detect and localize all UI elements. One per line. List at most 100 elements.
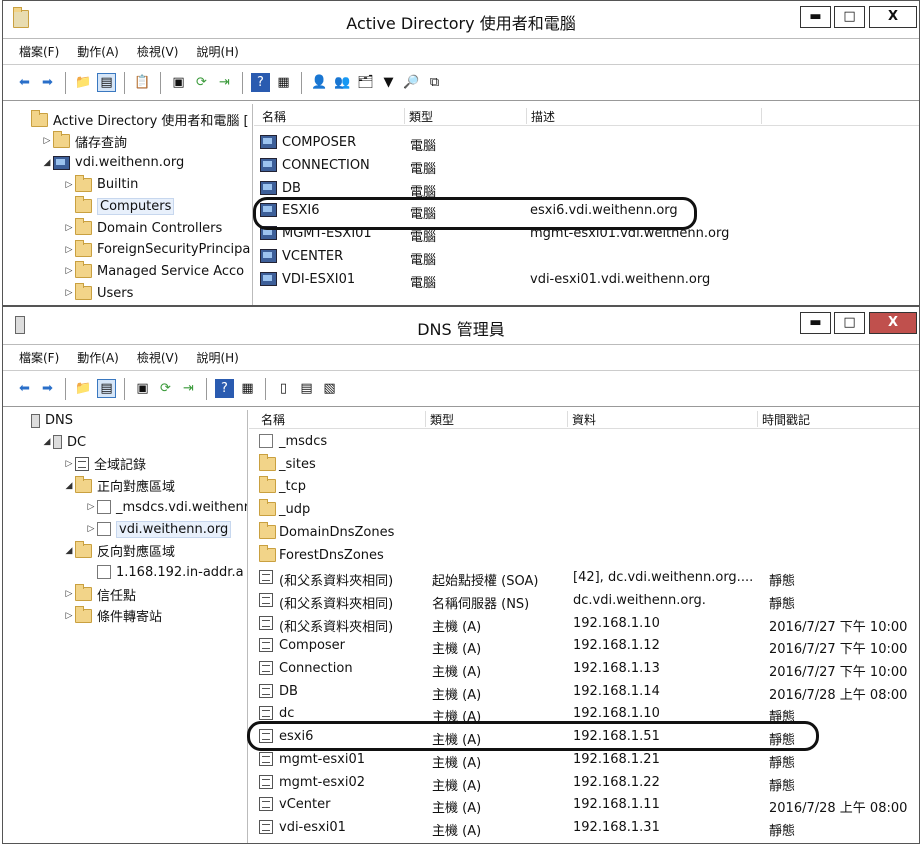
table-row[interactable]: CONNECTION 電腦 xyxy=(254,155,919,177)
tree-node[interactable]: Computers xyxy=(63,196,175,217)
expander-icon[interactable]: ◢ xyxy=(63,481,75,491)
new-ou-icon[interactable]: 🗂 xyxy=(356,73,375,92)
table-row[interactable]: _msdcs xyxy=(249,431,919,453)
table-row[interactable]: _sites xyxy=(249,453,919,476)
tree-node[interactable]: 1.168.192.in-addr.a xyxy=(85,562,244,583)
tree-node[interactable]: ◢ 正向對應區域 xyxy=(63,475,175,496)
up-folder-icon[interactable]: 📁 xyxy=(74,379,93,398)
expander-icon[interactable]: ▷ xyxy=(63,245,75,255)
table-row[interactable]: COMPOSER 電腦 xyxy=(254,132,919,154)
table-row[interactable]: _udp xyxy=(249,499,919,521)
properties-icon[interactable]: ▣ xyxy=(133,379,152,398)
forward-arrow-icon[interactable]: ➡ xyxy=(38,73,57,92)
back-arrow-icon[interactable]: ⬅ xyxy=(15,73,34,92)
table-row[interactable]: (和父系資料夾相同) 主機 (A) 192.168.1.10 2016/7/27 下午… xyxy=(249,613,919,635)
menu-view[interactable]: 檢視(V) xyxy=(137,43,179,60)
tree-node[interactable]: ▷ Domain Controllers xyxy=(63,218,222,239)
menu-action[interactable]: 動作(A) xyxy=(77,349,119,366)
table-row[interactable]: DomainDnsZones xyxy=(249,521,919,544)
tree-node[interactable]: ▷ Users xyxy=(63,283,133,304)
add-to-group-icon[interactable]: ⧉ xyxy=(425,73,444,92)
table-row[interactable]: VCENTER 電腦 xyxy=(254,246,919,268)
column-timestamp[interactable]: 時間戳記 xyxy=(757,411,919,427)
tree-node[interactable]: ▷ ForeignSecurityPrincipa xyxy=(63,239,250,260)
expander-icon[interactable]: ◢ xyxy=(63,546,75,556)
maximize-button[interactable]: □ xyxy=(834,6,865,28)
up-folder-icon[interactable]: 📁 xyxy=(74,73,93,92)
forward-arrow-icon[interactable]: ➡ xyxy=(38,379,57,398)
expander-icon[interactable]: ▷ xyxy=(63,180,75,190)
refresh-icon[interactable]: ⟳ xyxy=(192,73,211,92)
expander-icon[interactable]: ▷ xyxy=(63,266,75,276)
new-group-icon[interactable]: 👥 xyxy=(333,73,352,92)
table-row[interactable]: (和父系資料夾相同) 名稱伺服器 (NS) dc.vdi.weithenn.org.… xyxy=(249,590,919,612)
expander-icon[interactable]: ▷ xyxy=(85,524,97,534)
tree-node[interactable]: ◢ vdi.weithenn.org xyxy=(41,152,185,173)
menu-file[interactable]: 檔案(F) xyxy=(19,43,59,60)
server-icon[interactable]: ▯ xyxy=(274,379,293,398)
minimize-button[interactable]: ▬ xyxy=(800,312,831,334)
show-tree-icon[interactable]: ▤ xyxy=(97,379,116,398)
expander-icon[interactable]: ◢ xyxy=(41,158,53,168)
column-data[interactable]: 資料 xyxy=(567,411,596,427)
menu-action[interactable]: 動作(A) xyxy=(77,43,119,60)
show-tree-icon[interactable]: ▤ xyxy=(97,73,116,92)
expander-icon[interactable]: ▷ xyxy=(63,223,75,233)
tree-node[interactable]: DNS xyxy=(19,410,73,431)
expander-icon[interactable]: ▷ xyxy=(63,288,75,298)
tree-node[interactable]: ▷ 儲存查詢 xyxy=(41,131,127,152)
menu-help[interactable]: 說明(H) xyxy=(196,43,238,60)
ad-title-bar[interactable]: Active Directory 使用者和電腦 ▬ □ X xyxy=(3,1,919,39)
tree-node[interactable]: ▷ 信任點 xyxy=(63,584,136,605)
table-row[interactable]: ForestDnsZones xyxy=(249,544,919,567)
column-type[interactable]: 類型 xyxy=(404,108,433,124)
expander-icon[interactable]: ▷ xyxy=(63,611,75,621)
menu-file[interactable]: 檔案(F) xyxy=(19,349,59,366)
dns-title-bar[interactable]: DNS 管理員 ▬ □ X xyxy=(3,307,919,345)
column-description[interactable]: 描述 xyxy=(526,108,762,124)
expander-icon[interactable]: ▷ xyxy=(63,459,75,469)
menu-view[interactable]: 檢視(V) xyxy=(137,349,179,366)
tree-node[interactable]: ▷ 全域記錄 xyxy=(63,453,146,474)
filter-icon[interactable]: ▼ xyxy=(379,73,398,92)
action-pane-icon[interactable]: ▦ xyxy=(238,379,257,398)
table-row[interactable]: mgmt-esxi01 主機 (A) 192.168.1.21 靜態 xyxy=(249,749,919,771)
help-icon[interactable]: ? xyxy=(251,73,270,92)
table-row[interactable]: vCenter 主機 (A) 192.168.1.11 2016/7/28 上午 08… xyxy=(249,794,919,816)
new-host-icon[interactable]: ▤ xyxy=(297,379,316,398)
table-row[interactable]: vdi-esxi01 主機 (A) 192.168.1.31 靜態 xyxy=(249,817,919,839)
expander-icon[interactable]: ◢ xyxy=(41,437,53,447)
tree-node[interactable]: ▷ Managed Service Acco xyxy=(63,261,244,282)
new-user-icon[interactable]: 👤 xyxy=(310,73,329,92)
expander-icon[interactable]: ▷ xyxy=(63,589,75,599)
menu-help[interactable]: 說明(H) xyxy=(196,349,238,366)
maximize-button[interactable]: □ xyxy=(834,312,865,334)
tree-node[interactable]: ▷ Builtin xyxy=(63,174,138,195)
table-row[interactable]: DB 主機 (A) 192.168.1.14 2016/7/28 上午 08:00 xyxy=(249,681,919,703)
export-list-icon[interactable]: ⇥ xyxy=(179,379,198,398)
column-type[interactable]: 類型 xyxy=(425,411,454,427)
expander-icon[interactable]: ▷ xyxy=(85,502,97,512)
find-icon[interactable]: 🔎 xyxy=(402,73,421,92)
properties-icon[interactable]: ▣ xyxy=(169,73,188,92)
expander-icon[interactable]: ▷ xyxy=(41,136,53,146)
column-name[interactable]: 名稱 xyxy=(257,411,285,427)
table-row[interactable]: Composer 主機 (A) 192.168.1.12 2016/7/27 下午 1… xyxy=(249,635,919,657)
action-pane-icon[interactable]: ▦ xyxy=(274,73,293,92)
table-row[interactable]: Connection 主機 (A) 192.168.1.13 2016/7/27 下午… xyxy=(249,658,919,680)
new-record-icon[interactable]: ▧ xyxy=(320,379,339,398)
tree-node[interactable]: Active Directory 使用者和電腦 [ xyxy=(19,109,249,130)
tree-node[interactable]: ▷ vdi.weithenn.org xyxy=(85,519,232,540)
back-arrow-icon[interactable]: ⬅ xyxy=(15,379,34,398)
close-button[interactable]: X xyxy=(869,312,917,334)
refresh-icon[interactable]: ⟳ xyxy=(156,379,175,398)
tree-node[interactable]: ▷ _msdcs.vdi.weithenr xyxy=(85,497,247,518)
table-row[interactable]: (和父系資料夾相同) 起始點授權 (SOA) [42], dc.vdi.weithe… xyxy=(249,567,919,589)
tree-node[interactable]: ◢ 反向對應區域 xyxy=(63,540,175,561)
close-button[interactable]: X xyxy=(869,6,917,28)
table-row[interactable]: VDI-ESXI01 電腦 vdi-esxi01.vdi.weithenn.org xyxy=(254,269,919,291)
column-name[interactable]: 名稱 xyxy=(258,108,286,124)
help-icon[interactable]: ? xyxy=(215,379,234,398)
export-list-icon[interactable]: ⇥ xyxy=(215,73,234,92)
table-row[interactable]: _tcp xyxy=(249,476,919,498)
